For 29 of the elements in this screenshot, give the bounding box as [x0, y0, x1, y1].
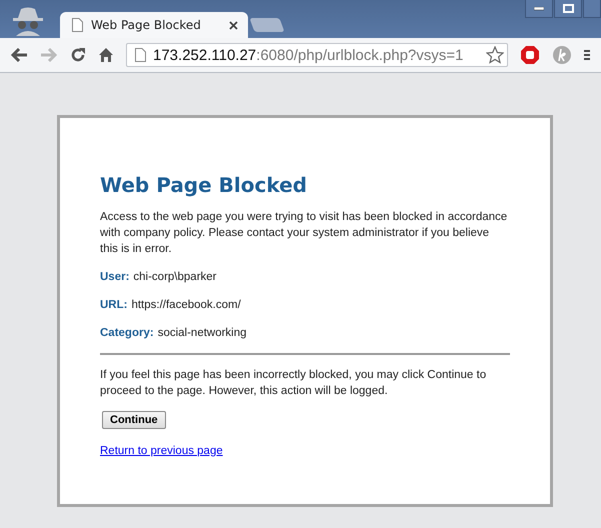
url-text: 173.252.110.27:6080/php/urlblock.php?vsys=1 [153, 46, 464, 64]
detail-label: User: [100, 271, 130, 283]
maximize-button[interactable] [554, 0, 582, 18]
notice-paragraph: If you feel this page has been incorrectly blocked, you may click Continue to proceed to the page. However, this action will be logged. [100, 368, 488, 399]
continue-button[interactable]: Continue [102, 411, 166, 429]
back-icon[interactable] [10, 48, 28, 62]
minimize-icon [534, 6, 544, 10]
page-icon [72, 18, 83, 32]
page-heading: Web Page Blocked [100, 173, 308, 197]
detail-value: chi-corp\bparker [133, 271, 216, 283]
address-bar[interactable]: 173.252.110.27:6080/php/urlblock.php?vsys=1 [126, 43, 508, 67]
return-link[interactable]: Return to previous page [100, 445, 223, 457]
star-icon[interactable] [486, 46, 504, 64]
detail-label: URL: [100, 299, 128, 311]
tab-title: Web Page Blocked [91, 18, 202, 32]
stop-hand-icon[interactable] [520, 45, 540, 65]
intro-paragraph: Access to the web page you were trying to visit has been blocked in accordance with company policy. Please contact your system administrator if you believe this is in error. [100, 210, 508, 257]
close-icon[interactable] [229, 20, 238, 30]
reload-icon[interactable] [70, 47, 86, 63]
incognito-icon [10, 6, 46, 36]
menu-icon[interactable] [584, 48, 590, 62]
page-icon [135, 48, 146, 62]
detail-label: Category: [100, 327, 154, 339]
maximize-icon [562, 4, 574, 13]
browser-tab[interactable]: Web Page Blocked [60, 12, 248, 38]
home-icon[interactable] [98, 47, 114, 63]
minimize-button[interactable] [525, 0, 553, 18]
detail-value: https://facebook.com/ [131, 299, 241, 311]
detail-value: social-networking [158, 327, 247, 339]
